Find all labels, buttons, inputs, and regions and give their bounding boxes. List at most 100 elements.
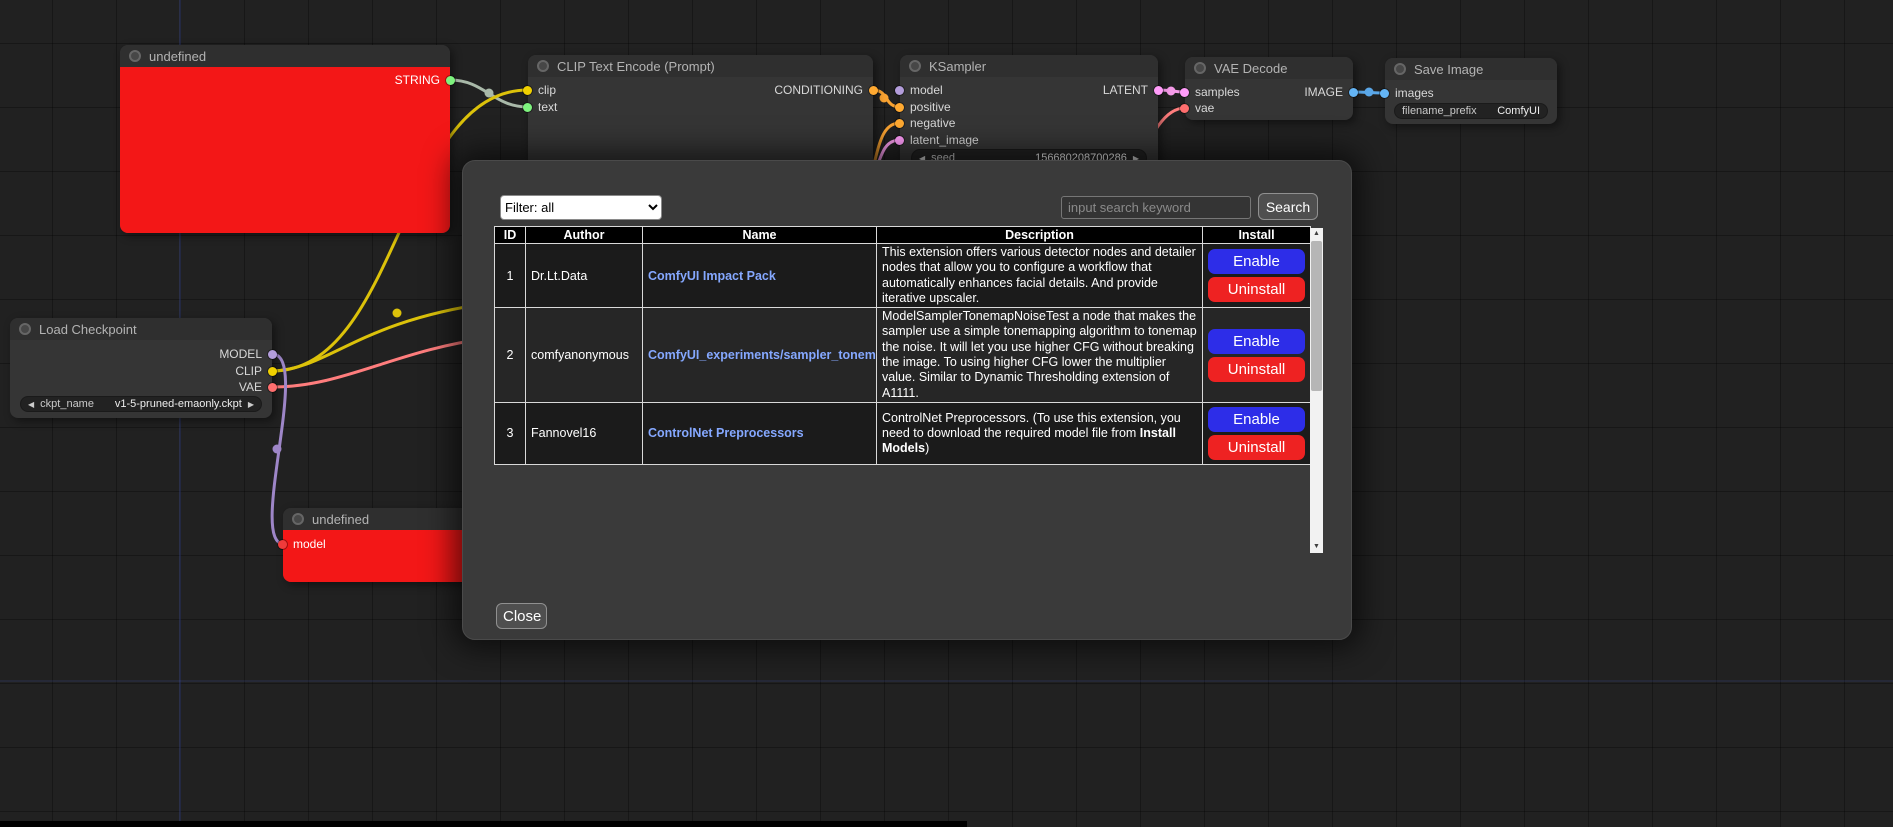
scroll-down-icon[interactable]: ▼ — [1310, 541, 1323, 553]
input-slot-dot[interactable] — [523, 86, 532, 95]
cell-author: Fannovel16 — [526, 402, 643, 464]
input-slot-samples[interactable]: samples — [1189, 85, 1240, 99]
input-slot-dot[interactable] — [895, 86, 904, 95]
collapse-dot-icon[interactable] — [129, 50, 141, 62]
node-title: CLIP Text Encode (Prompt) — [557, 59, 715, 74]
node-title-bar[interactable]: CLIP Text Encode (Prompt) — [528, 55, 873, 77]
slot-label: samples — [1195, 85, 1240, 99]
col-header-description: Description — [877, 227, 1203, 244]
extension-manager-dialog: Filter: all Search ID Author Name Descri… — [462, 160, 1352, 640]
node-title-bar[interactable]: undefined — [283, 508, 475, 530]
input-slot-dot[interactable] — [895, 103, 904, 112]
graph-canvas[interactable]: undefined STRING CLIP Text Encode (Promp… — [0, 0, 1893, 827]
increment-arrow-icon[interactable]: ▶ — [248, 400, 254, 409]
node-title-bar[interactable]: Load Checkpoint — [10, 318, 272, 340]
enable-button[interactable]: Enable — [1208, 407, 1305, 432]
link-midpoint-dot — [1167, 87, 1176, 96]
slot-label: negative — [910, 116, 955, 130]
col-header-id: ID — [495, 227, 526, 244]
cell-name: ComfyUI Impact Pack — [643, 244, 877, 308]
link-midpoint-dot — [880, 94, 889, 103]
output-slot-string[interactable]: STRING — [395, 73, 446, 87]
collapse-dot-icon[interactable] — [909, 60, 921, 72]
input-slot-model[interactable]: model — [904, 83, 943, 97]
output-slot-dot[interactable] — [869, 86, 878, 95]
slot-label: vae — [1195, 101, 1214, 115]
cell-name: ControlNet Preprocessors — [643, 402, 877, 464]
extension-link[interactable]: ControlNet Preprocessors — [648, 426, 804, 440]
search-input[interactable] — [1061, 196, 1251, 219]
node-title: Load Checkpoint — [39, 322, 137, 337]
input-slot-dot[interactable] — [523, 103, 532, 112]
slot-label: clip — [538, 83, 556, 97]
input-slot-dot[interactable] — [1380, 89, 1389, 98]
node-title-bar[interactable]: VAE Decode — [1185, 57, 1353, 79]
custom-nodes-table: ID Author Name Description Install 1 Dr.… — [494, 226, 1311, 465]
input-slot-dot[interactable] — [278, 540, 287, 549]
node-title-bar[interactable]: KSampler — [900, 55, 1158, 77]
input-slot-dot[interactable] — [1180, 88, 1189, 97]
node-title-bar[interactable]: undefined — [120, 45, 450, 67]
close-button[interactable]: Close — [496, 603, 547, 629]
search-button[interactable]: Search — [1258, 193, 1318, 220]
uninstall-button[interactable]: Uninstall — [1208, 357, 1305, 382]
enable-button[interactable]: Enable — [1208, 249, 1305, 274]
input-slot-dot[interactable] — [895, 136, 904, 145]
output-slot-conditioning[interactable]: CONDITIONING — [774, 83, 869, 97]
node-undefined-top[interactable]: undefined STRING — [120, 45, 450, 233]
node-vae-decode[interactable]: VAE Decode samples vae IMAGE — [1185, 57, 1353, 120]
slot-label: LATENT — [1103, 83, 1148, 97]
filter-select[interactable]: Filter: all — [500, 195, 662, 220]
input-slot-clip[interactable]: clip — [532, 83, 556, 97]
enable-button[interactable]: Enable — [1208, 329, 1305, 354]
input-slot-latent-image[interactable]: latent_image — [904, 133, 979, 147]
output-slot-clip[interactable]: CLIP — [235, 364, 268, 378]
input-slot-text[interactable]: text — [532, 100, 557, 114]
node-title: KSampler — [929, 59, 986, 74]
table-scrollbar[interactable]: ▲ ▼ — [1310, 228, 1323, 553]
output-slot-dot[interactable] — [268, 383, 277, 392]
collapse-dot-icon[interactable] — [292, 513, 304, 525]
description-text: ) — [925, 441, 929, 455]
ckpt-name-widget[interactable]: ◀ ckpt_name v1-5-pruned-emaonly.ckpt ▶ — [20, 396, 262, 412]
node-load-checkpoint[interactable]: Load Checkpoint MODEL CLIP VAE ◀ ckpt_na… — [10, 318, 272, 418]
extension-link[interactable]: ComfyUI Impact Pack — [648, 269, 776, 283]
output-slot-model[interactable]: MODEL — [219, 347, 268, 361]
input-slot-dot[interactable] — [1180, 104, 1189, 113]
node-title-bar[interactable]: Save Image — [1385, 58, 1557, 80]
node-undefined-bottom[interactable]: undefined model — [283, 508, 475, 582]
output-slot-dot[interactable] — [268, 367, 277, 376]
cell-install: Enable Uninstall — [1203, 402, 1311, 464]
cell-description: ModelSamplerTonemapNoiseTest a node that… — [877, 308, 1203, 403]
output-slot-latent[interactable]: LATENT — [1103, 83, 1154, 97]
input-slot-positive[interactable]: positive — [904, 100, 951, 114]
output-slot-dot[interactable] — [1154, 86, 1163, 95]
table-row: 1 Dr.Lt.Data ComfyUI Impact Pack This ex… — [495, 244, 1311, 308]
output-slot-dot[interactable] — [446, 76, 455, 85]
link-midpoint-dot — [393, 309, 402, 318]
input-slot-dot[interactable] — [895, 119, 904, 128]
error-node-body — [120, 67, 450, 233]
collapse-dot-icon[interactable] — [537, 60, 549, 72]
scrollbar-thumb[interactable] — [1311, 241, 1322, 391]
input-slot-negative[interactable]: negative — [904, 116, 955, 130]
output-slot-dot[interactable] — [1349, 88, 1358, 97]
input-slot-vae[interactable]: vae — [1189, 101, 1214, 115]
output-slot-dot[interactable] — [268, 350, 277, 359]
slot-label: images — [1395, 86, 1434, 100]
uninstall-button[interactable]: Uninstall — [1208, 277, 1305, 302]
decrement-arrow-icon[interactable]: ◀ — [28, 400, 34, 409]
scroll-up-icon[interactable]: ▲ — [1310, 228, 1323, 240]
filename-prefix-widget[interactable]: filename_prefix ComfyUI — [1394, 103, 1548, 119]
node-save-image[interactable]: Save Image images filename_prefix ComfyU… — [1385, 58, 1557, 124]
input-slot-model[interactable]: model — [287, 537, 326, 551]
input-slot-images[interactable]: images — [1389, 86, 1434, 100]
extension-link[interactable]: ComfyUI_experiments/sampler_tonemap — [648, 348, 877, 362]
uninstall-button[interactable]: Uninstall — [1208, 435, 1305, 460]
collapse-dot-icon[interactable] — [1194, 62, 1206, 74]
widget-name: filename_prefix — [1402, 105, 1477, 117]
output-slot-image[interactable]: IMAGE — [1304, 85, 1349, 99]
collapse-dot-icon[interactable] — [1394, 63, 1406, 75]
collapse-dot-icon[interactable] — [19, 323, 31, 335]
output-slot-vae[interactable]: VAE — [239, 380, 268, 394]
